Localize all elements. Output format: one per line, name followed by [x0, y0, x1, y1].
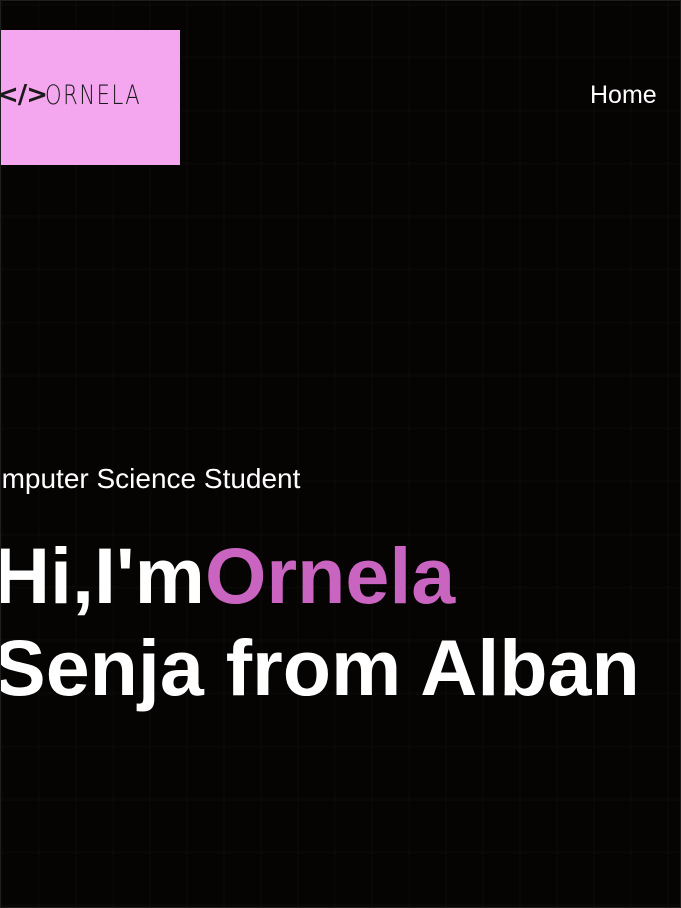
page: </> ORNELA Home omputer Science Student …: [0, 0, 681, 908]
site-logo[interactable]: </> ORNELA: [1, 30, 180, 165]
hero-greeting: Hi,I'm: [0, 531, 205, 620]
logo-text: ORNELA: [45, 80, 142, 111]
code-brackets-icon: </>: [1, 80, 48, 110]
hero-headline: Hi,I'mOrnela Senja from Alban: [0, 530, 640, 714]
hero-first-name: Ornela: [204, 531, 456, 620]
hero-line-2: Senja from Alban: [0, 623, 640, 712]
hero-subtitle: omputer Science Student: [0, 463, 301, 494]
nav-link-home[interactable]: Home: [590, 81, 657, 110]
